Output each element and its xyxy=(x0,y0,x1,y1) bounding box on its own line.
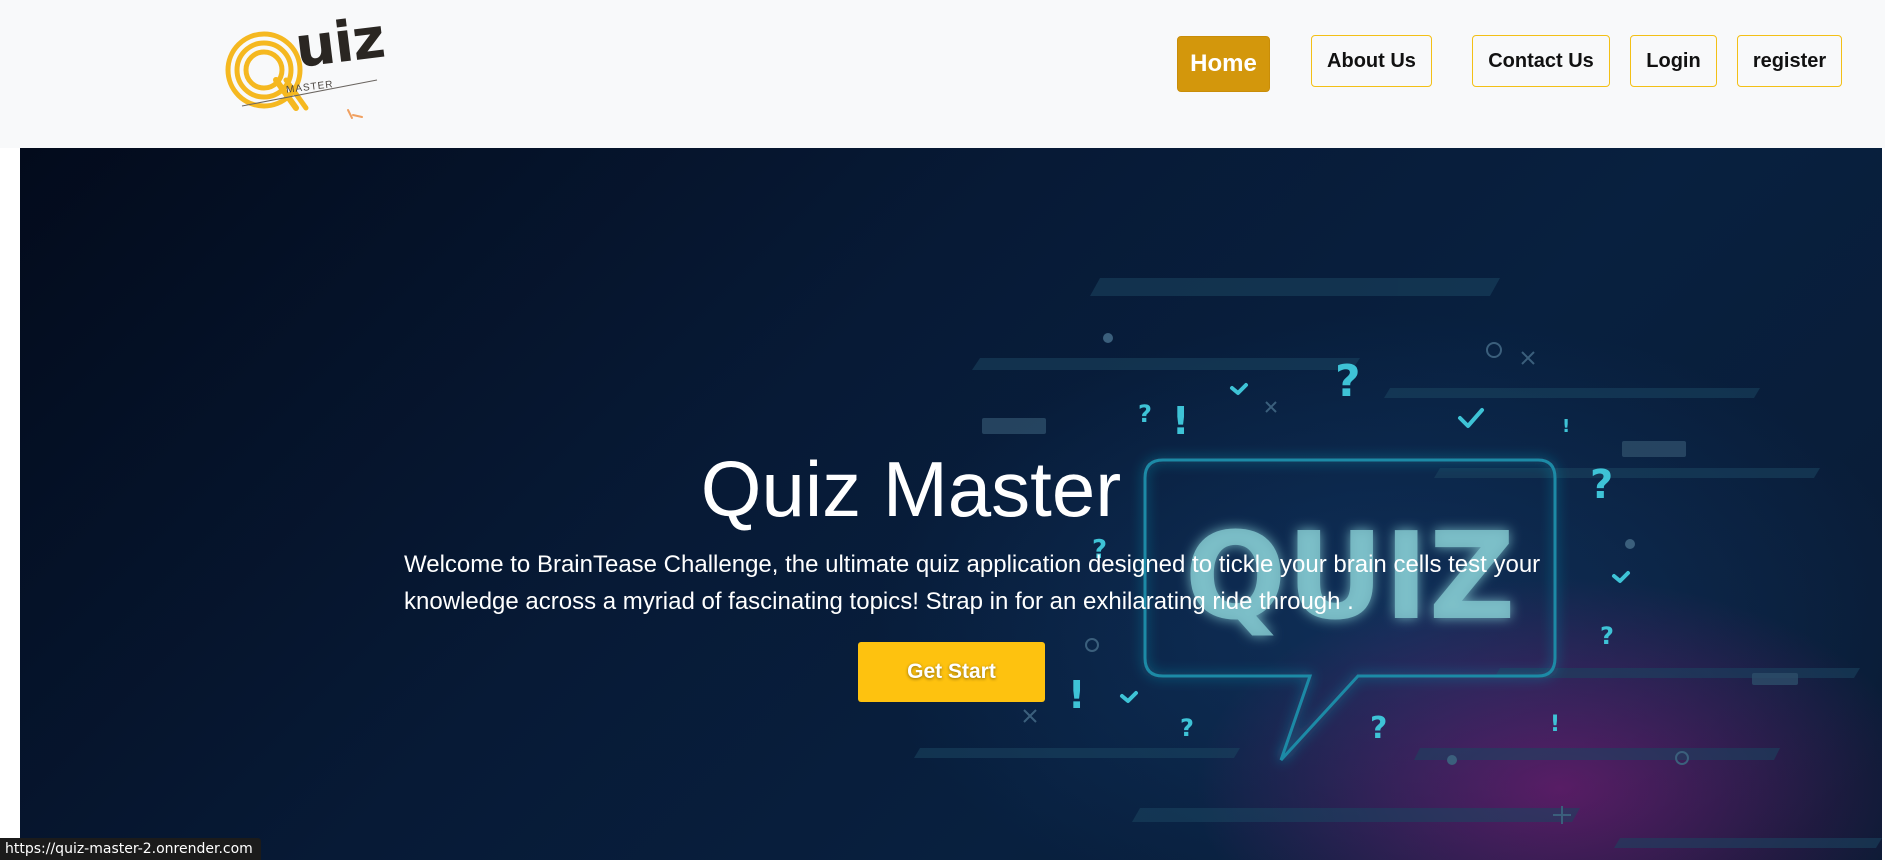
svg-text:?: ? xyxy=(1180,714,1194,742)
nav-register-button[interactable]: register xyxy=(1737,35,1842,87)
get-start-button[interactable]: Get Start xyxy=(858,642,1045,702)
browser-status-url: https://quiz-master-2.onrender.com xyxy=(0,838,261,860)
svg-text:?: ? xyxy=(1138,400,1152,428)
nav-about-button[interactable]: About Us xyxy=(1311,35,1432,87)
svg-text:!: ! xyxy=(1550,712,1560,737)
page: uiz MASTER Home About Us Contact Us Logi… xyxy=(0,0,1885,860)
logo-underline-icon xyxy=(241,79,378,119)
svg-text:?: ? xyxy=(1370,711,1387,746)
navbar: uiz MASTER Home About Us Contact Us Logi… xyxy=(0,0,1885,148)
nav-contact-button[interactable]: Contact Us xyxy=(1472,35,1610,87)
svg-text:!: ! xyxy=(1562,416,1570,437)
svg-text:!: ! xyxy=(1172,399,1189,443)
nav-home-button[interactable]: Home xyxy=(1177,36,1270,92)
hero-title: Quiz Master xyxy=(700,445,1122,533)
svg-text:!: ! xyxy=(1068,673,1085,717)
svg-text:?: ? xyxy=(1335,356,1361,407)
svg-text:?: ? xyxy=(1600,622,1614,650)
brand-logo[interactable]: uiz MASTER xyxy=(222,6,392,124)
hero-section: QUIZ ? ? ! ? ? ? ! ? ? ! ! Quiz Master W… xyxy=(20,148,1882,860)
hero-description: Welcome to BrainTease Challenge, the ult… xyxy=(404,551,1541,615)
nav-login-button[interactable]: Login xyxy=(1630,35,1717,87)
